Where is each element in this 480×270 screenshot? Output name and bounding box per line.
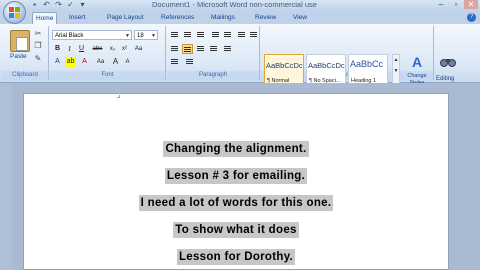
tab-mailings[interactable]: Mailings [208,12,238,24]
superscript-button[interactable]: x² [119,44,130,54]
vertical-ruler [0,83,12,270]
ribbon-tabs: Home Insert Page Layout References Maili… [0,11,480,25]
copy-icon[interactable]: ❐ [33,41,43,50]
grow-font-button[interactable]: A [110,57,121,67]
line-spacing-icon[interactable] [222,44,233,54]
font-group: Arial Black ▼ 18 ▼ B I U abe x₂ x² Aa A ab… [50,26,166,80]
qat-dropdown-icon[interactable]: ▾ [78,1,87,9]
text-effects-icon[interactable]: A [52,57,63,67]
ribbon: Paste ✂ ❐ ✎ Clipboard Arial Black ▼ 18 ▼ B… [0,24,480,88]
tab-review[interactable]: Review [252,12,279,24]
document-line[interactable]: I need a lot of words for this one. [24,195,448,211]
shading-icon[interactable] [169,57,180,67]
borders-icon[interactable] [184,57,195,67]
font-color-icon[interactable]: A [79,57,90,67]
office-logo-icon [9,7,20,18]
increase-indent-icon[interactable] [222,30,233,40]
align-left-button[interactable] [169,44,180,54]
pilcrow-icon[interactable] [248,30,259,40]
format-painter-icon[interactable]: ✎ [33,54,43,63]
clipboard-group-label: Clipboard [2,71,48,80]
redo-icon[interactable]: ↷ [54,1,63,9]
style-sample: AaBbCcDc [266,61,303,70]
bullets-icon[interactable] [169,30,180,40]
sort-icon[interactable] [236,30,247,40]
editing-button[interactable]: Editing [436,76,454,82]
minimize-button[interactable]: – [434,0,448,9]
undo-icon[interactable]: ↶ [42,1,51,9]
font-size-field[interactable]: 18 ▼ [134,30,158,40]
margin-marker [117,95,120,98]
decrease-indent-icon[interactable] [210,30,221,40]
tab-page-layout[interactable]: Page Layout [104,12,147,24]
change-case-button[interactable]: Aa [133,44,144,54]
subscript-button[interactable]: x₂ [107,44,118,54]
document-line[interactable]: Changing the alignment. [24,141,448,157]
help-icon[interactable]: ? [467,13,476,22]
paragraph-group-label: Paragraph [167,71,259,80]
style-sample: AaBbCc [350,59,384,69]
document-line[interactable]: To show what it does [24,222,448,238]
align-right-button[interactable] [195,44,206,54]
paste-button[interactable]: Paste [10,53,27,60]
quick-access-toolbar: ▪ ↶ ↷ ✓ ▾ [30,0,87,10]
window-title: Document1 - Microsoft Word non-commercia… [152,0,317,9]
font-size-value: 18 [137,33,144,39]
multilevel-list-icon[interactable] [195,30,206,40]
font-group-label: Font [50,71,165,80]
tab-view[interactable]: View [290,12,310,24]
numbering-icon[interactable] [182,30,193,40]
underline-button[interactable]: U [76,44,87,54]
shrink-font-button[interactable]: A [122,57,133,67]
tab-insert[interactable]: Insert [66,12,88,24]
document-line[interactable]: Lesson # 3 for emailing. [24,168,448,184]
save-icon[interactable]: ▪ [30,1,39,9]
chevron-down-icon: ▼ [125,33,130,39]
cut-icon[interactable]: ✂ [33,29,43,38]
font-name-field[interactable]: Arial Black ▼ [52,30,132,40]
paragraph-group: Paragraph [167,26,260,80]
chevron-down-icon: ▼ [151,33,156,39]
justify-button[interactable] [208,44,219,54]
clipboard-group: Paste ✂ ❐ ✎ Clipboard [2,26,49,80]
align-center-button[interactable] [182,44,193,54]
tab-references[interactable]: References [158,12,197,24]
highlight-icon[interactable]: ab [65,57,76,67]
font-name-value: Arial Black [55,33,84,39]
italic-button[interactable]: I [64,44,75,54]
paste-icon[interactable] [10,30,30,52]
binoculars-icon[interactable] [440,53,456,69]
style-sample: AaBbCcDc [308,61,345,70]
change-styles-icon[interactable]: A [408,54,426,70]
close-button[interactable]: ✕ [464,0,478,9]
strikethrough-button[interactable]: abe [90,44,105,54]
maximize-button[interactable]: ▫ [449,0,463,9]
title-bar: ▪ ↶ ↷ ✓ ▾ Document1 - Microsoft Word non… [0,0,480,11]
document-line[interactable]: Lesson for Dorothy. [24,249,448,265]
check-icon[interactable]: ✓ [66,1,75,9]
window-controls: – ▫ ✕ [434,0,478,9]
document-page[interactable]: Changing the alignment. Lesson # 3 for e… [23,93,449,270]
bold-button[interactable]: B [52,44,63,54]
clear-formatting-button[interactable]: Aa [95,57,106,67]
office-button[interactable] [3,1,26,24]
